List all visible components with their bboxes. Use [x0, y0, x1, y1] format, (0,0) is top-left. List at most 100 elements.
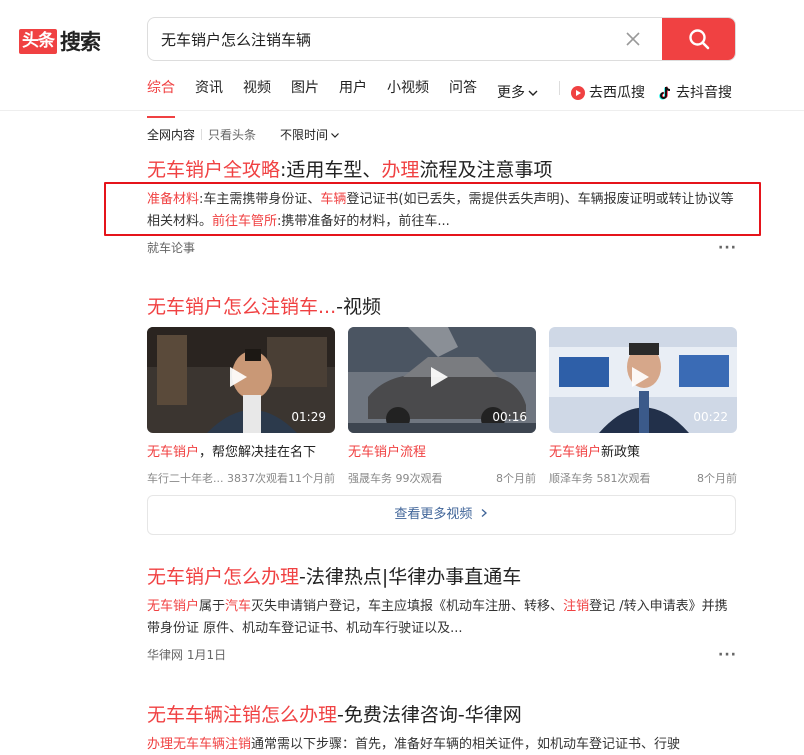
- video-time: 8个月前: [496, 472, 536, 485]
- title-highlight: 无车销户全攻略: [147, 159, 281, 181]
- clear-icon[interactable]: [623, 29, 643, 49]
- tab-all[interactable]: 综合: [147, 78, 175, 118]
- result-snippet: 办理无车车辆注销通常需以下步骤：首先，准备好车辆的相关证件，如机动车登记证书、行…: [147, 734, 737, 755]
- play-icon: [431, 367, 448, 387]
- snippet-highlight: 无车销户: [147, 599, 200, 614]
- video-author[interactable]: 车行二十年老...: [147, 472, 224, 485]
- search-bar: [147, 17, 736, 61]
- video-time: 8个月前: [697, 472, 737, 485]
- video-meta: 强晟车务 99次观看 8个月前: [348, 470, 536, 486]
- chevron-down-icon: [528, 90, 538, 96]
- tab-qa[interactable]: 问答: [449, 78, 477, 108]
- result-meta: 就车论事 ···: [147, 239, 737, 256]
- tab-images[interactable]: 图片: [291, 78, 319, 108]
- snippet-text: 属于: [199, 599, 226, 614]
- more-options-icon[interactable]: ···: [718, 647, 737, 663]
- result-title[interactable]: 无车销户怎么办理-法律热点|华律办事直通车: [147, 564, 737, 590]
- title-highlight: 办理: [381, 159, 420, 181]
- tab-more[interactable]: 更多: [497, 78, 539, 108]
- filter-time-label: 不限时间: [280, 128, 329, 142]
- tab-news[interactable]: 资讯: [195, 78, 223, 108]
- result-date: 1月1日: [186, 648, 227, 662]
- video-title-highlight: 无车销户: [549, 445, 602, 460]
- title-highlight: 无车车辆注销怎么办理: [147, 704, 338, 726]
- search-result: 无车车辆注销怎么办理-免费法律咨询-华律网 办理无车车辆注销通常需以下步骤：首先…: [147, 702, 737, 755]
- video-title[interactable]: 无车销户流程: [348, 443, 536, 463]
- video-card[interactable]: 00:16 无车销户流程 强晟车务 99次观看 8个月前: [348, 327, 536, 486]
- video-title-highlight: 无车销户: [147, 445, 200, 460]
- tab-short-video[interactable]: 小视频: [387, 78, 429, 108]
- douyin-icon: [659, 86, 671, 100]
- snippet-highlight: 准备材料: [147, 192, 200, 207]
- search-result: 无车销户全攻略:适用车型、办理流程及注意事项 准备材料:车主需携带身份证、车辆登…: [147, 157, 737, 256]
- xigua-search-label: 去西瓜搜: [589, 85, 645, 101]
- result-snippet: 无车销户属于汽车灭失申请销户登记，车主应填报《机动车注册、转移、注销登记 /转入…: [147, 596, 737, 640]
- video-views: 3837次观看: [227, 472, 288, 485]
- video-list: 01:29 无车销户，帮您解决挂在名下 车行二十年老... 3837次观看 11…: [147, 327, 737, 486]
- douyin-search-label: 去抖音搜: [676, 85, 732, 101]
- tab-video[interactable]: 视频: [243, 78, 271, 108]
- video-section-header: 无车销户怎么注销车...-视频: [147, 294, 737, 320]
- video-meta: 顺泽车务 581次观看 8个月前: [549, 470, 737, 486]
- more-options-icon[interactable]: ···: [718, 240, 737, 256]
- filter-bar: 全网内容 只看头条 不限时间: [147, 126, 340, 143]
- video-author[interactable]: 强晟车务: [348, 472, 392, 485]
- video-views: 99次观看: [395, 472, 443, 485]
- search-result: 无车销户怎么办理-法律热点|华律办事直通车 无车销户属于汽车灭失申请销户登记，车…: [147, 564, 737, 663]
- search-icon: [688, 29, 709, 50]
- snippet-highlight: 办理无车车辆注销: [147, 737, 252, 752]
- video-card[interactable]: 01:29 无车销户，帮您解决挂在名下 车行二十年老... 3837次观看 11…: [147, 327, 335, 486]
- chevron-right-icon: [481, 509, 487, 517]
- search-input[interactable]: [148, 18, 664, 60]
- play-icon: [632, 367, 649, 387]
- title-highlight: 无车销户怎么办理: [147, 566, 300, 588]
- result-source[interactable]: 华律网: [147, 648, 183, 662]
- video-section-title[interactable]: 无车销户怎么注销车...-视频: [147, 294, 737, 320]
- result-snippet: 准备材料:车主需携带身份证、车辆登记证书(如已丢失，需提供丢失声明)、车辆报废证…: [147, 189, 737, 233]
- title-text: 流程及注意事项: [419, 159, 553, 181]
- search-button[interactable]: [662, 18, 735, 60]
- video-views: 581次观看: [596, 472, 651, 485]
- result-title[interactable]: 无车销户全攻略:适用车型、办理流程及注意事项: [147, 157, 737, 183]
- more-videos-label: 查看更多视频: [394, 507, 473, 522]
- filter-toutiao-only[interactable]: 只看头条: [208, 126, 256, 143]
- more-videos-button[interactable]: 查看更多视频: [147, 495, 736, 535]
- title-text: -视频: [336, 296, 381, 318]
- nav-separator: [559, 81, 560, 95]
- title-text: -法律热点|华律办事直通车: [299, 566, 522, 588]
- logo-text: 搜索: [60, 30, 101, 54]
- snippet-highlight: 车辆: [320, 192, 347, 207]
- snippet-text: 通常需以下步骤：首先，准备好车辆的相关证件，如机动车登记证书、行驶: [251, 737, 681, 752]
- video-meta: 车行二十年老... 3837次观看 11个月前: [147, 470, 335, 486]
- snippet-highlight: 汽车: [225, 599, 252, 614]
- video-thumbnail[interactable]: 01:29: [147, 327, 335, 433]
- video-time: 11个月前: [288, 472, 335, 485]
- video-title[interactable]: 无车销户，帮您解决挂在名下: [147, 443, 335, 463]
- video-duration: 01:29: [291, 410, 326, 424]
- result-meta: 华律网 1月1日 ···: [147, 646, 737, 663]
- xigua-search-link[interactable]: 去西瓜搜: [570, 78, 645, 108]
- video-duration: 00:22: [693, 410, 728, 424]
- title-text: -免费法律咨询-华律网: [337, 704, 522, 726]
- xigua-icon: [571, 86, 585, 100]
- video-author[interactable]: 顺泽车务: [549, 472, 593, 485]
- filter-separator: [201, 129, 203, 140]
- video-title-text: ，帮您解决挂在名下: [199, 445, 317, 460]
- snippet-text: 灭失申请销户登记，车主应填报《机动车注册、转移、: [251, 599, 564, 614]
- logo-box: 头条: [19, 28, 57, 54]
- tab-more-label: 更多: [497, 85, 525, 101]
- video-thumbnail[interactable]: 00:22: [549, 327, 737, 433]
- douyin-search-link[interactable]: 去抖音搜: [657, 78, 732, 108]
- snippet-highlight: 注销: [563, 599, 590, 614]
- video-title[interactable]: 无车销户新政策: [549, 443, 737, 463]
- video-thumbnail[interactable]: 00:16: [348, 327, 536, 433]
- filter-time[interactable]: 不限时间: [280, 126, 340, 143]
- result-source[interactable]: 就车论事: [147, 239, 195, 256]
- snippet-text: :车主需携带身份证、: [199, 192, 321, 207]
- filter-all-content[interactable]: 全网内容: [147, 126, 195, 143]
- result-title[interactable]: 无车车辆注销怎么办理-免费法律咨询-华律网: [147, 702, 737, 728]
- video-card[interactable]: 00:22 无车销户新政策 顺泽车务 581次观看 8个月前: [549, 327, 737, 486]
- toutiao-logo[interactable]: 头条 搜索: [19, 26, 101, 56]
- tab-users[interactable]: 用户: [339, 78, 367, 108]
- title-highlight: 无车销户怎么注销车...: [147, 296, 337, 318]
